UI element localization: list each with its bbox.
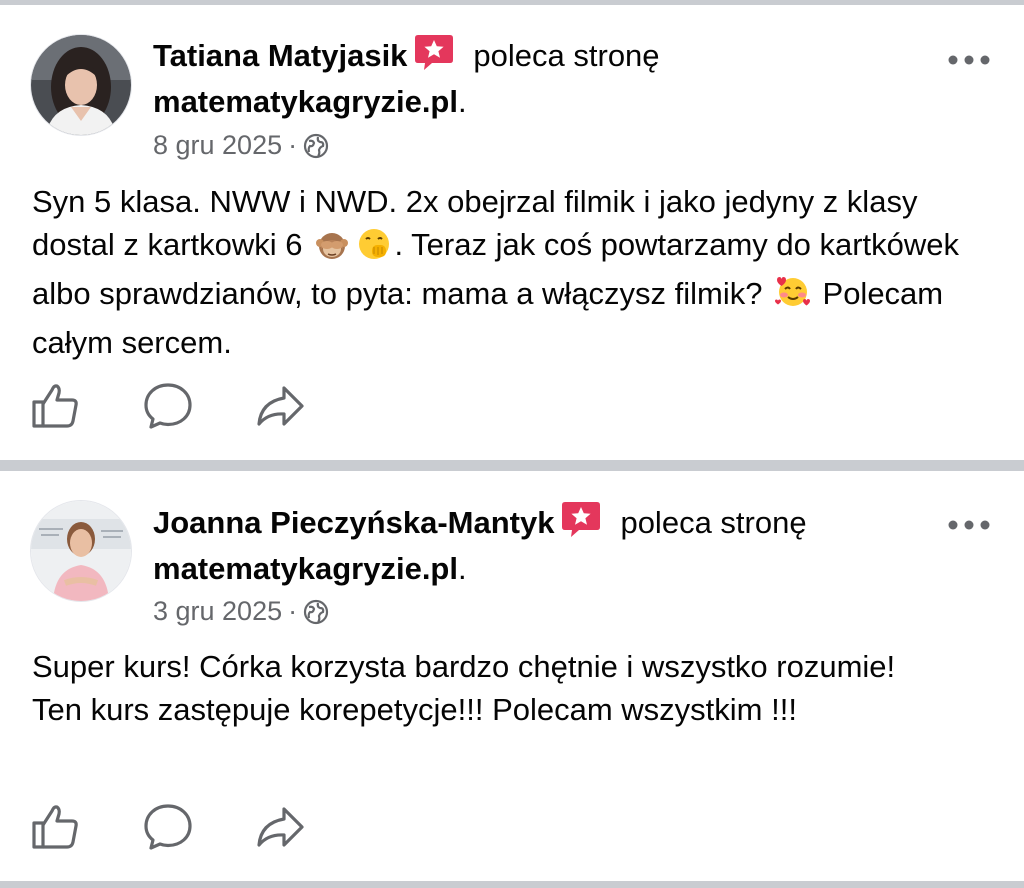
post-card-1: Tatiana Matyjasik poleca stronę matematyk…	[0, 0, 1024, 460]
hand-over-mouth-face-icon	[357, 227, 391, 272]
page-suffix: .	[457, 84, 467, 119]
post-date[interactable]: 3 gru 2025	[153, 596, 282, 626]
page-line: matematykagryzie.pl.	[153, 82, 467, 122]
page-line: matematykagryzie.pl.	[153, 549, 467, 589]
post-meta: 3 gru 2025 ·	[153, 594, 329, 633]
post-card-2: Joanna Pieczyńska-Mantyk poleca stronę ma…	[0, 471, 1024, 881]
share-arrow-icon[interactable]	[254, 801, 306, 853]
bottom-divider	[0, 881, 1024, 888]
globe-icon	[303, 599, 329, 633]
post-body: Super kurs! Córka korzysta bardzo chętni…	[32, 649, 896, 727]
more-options-icon[interactable]	[946, 515, 992, 535]
author-name[interactable]: Joanna Pieczyńska-Mantyk	[153, 505, 554, 540]
recommends-label: poleca stronę	[620, 505, 807, 540]
see-no-evil-monkey-icon	[315, 227, 349, 272]
post-header: Tatiana Matyjasik poleca stronę	[153, 33, 660, 81]
page-link[interactable]: matematykagryzie.pl	[153, 84, 458, 119]
recommends-label: poleca stronę	[473, 38, 660, 73]
post-header: Joanna Pieczyńska-Mantyk poleca stronę	[153, 500, 807, 548]
page-link[interactable]: matematykagryzie.pl	[153, 551, 458, 586]
avatar-photo	[31, 35, 131, 135]
smiling-face-with-hearts-icon	[773, 274, 813, 321]
post-date[interactable]: 8 gru 2025	[153, 130, 282, 160]
meta-separator: ·	[288, 130, 298, 160]
like-thumb-icon[interactable]	[30, 380, 82, 432]
globe-icon	[303, 133, 329, 167]
post-body: Syn 5 klasa. NWW i NWD. 2x obejrzal film…	[32, 180, 1002, 364]
post-separator	[0, 460, 1024, 471]
author-avatar[interactable]	[30, 34, 132, 136]
share-arrow-icon[interactable]	[254, 380, 306, 432]
author-avatar[interactable]	[30, 500, 132, 602]
page-suffix: .	[457, 551, 467, 586]
post-meta: 8 gru 2025 ·	[153, 128, 329, 167]
recommend-star-badge-icon	[413, 33, 455, 81]
comment-bubble-icon[interactable]	[142, 380, 194, 432]
like-thumb-icon[interactable]	[30, 801, 82, 853]
comment-bubble-icon[interactable]	[142, 801, 194, 853]
meta-separator: ·	[288, 596, 298, 626]
author-name[interactable]: Tatiana Matyjasik	[153, 38, 407, 73]
avatar-photo	[31, 501, 131, 601]
recommend-star-badge-icon	[560, 500, 602, 548]
more-options-icon[interactable]	[946, 50, 992, 70]
